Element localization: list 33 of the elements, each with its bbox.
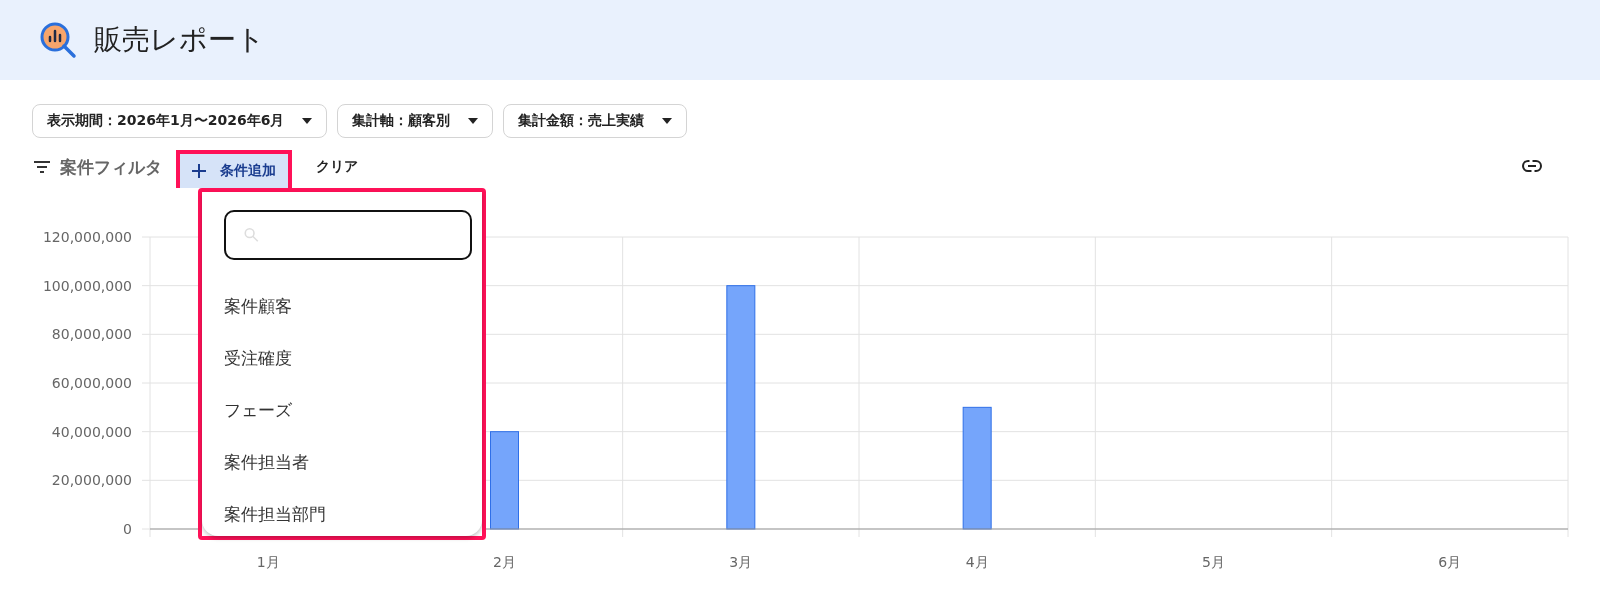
period-dropdown[interactable]: 集計金額：売上実績 — [503, 104, 688, 138]
x-axis-label: 4月 — [965, 554, 989, 570]
menu-item[interactable]: 案件担当部門 — [224, 488, 482, 540]
period-dropdown[interactable]: 表示期間：2026年1月〜2026年6月 — [32, 104, 328, 138]
y-axis-label: 60,000,000 — [51, 375, 132, 391]
x-axis-label: 2月 — [493, 554, 516, 570]
page-title: 販売レポート — [94, 22, 265, 58]
period-dropdown[interactable]: 集計軸：顧客別 — [337, 104, 494, 138]
caret-icon — [302, 118, 313, 124]
menu-item[interactable]: 受注確度 — [224, 332, 482, 384]
menu-item[interactable]: 案件顧客 — [224, 280, 482, 332]
y-axis-label: 80,000,000 — [51, 326, 132, 343]
y-axis-label: 100,000,000 — [42, 277, 132, 294]
search-field[interactable] — [224, 210, 472, 260]
filter-label: 案件フィルタ — [60, 155, 162, 179]
link-icon[interactable] — [1522, 160, 1542, 172]
caret-icon — [662, 118, 673, 124]
menu-item[interactable]: 案件担当者 — [224, 436, 482, 488]
x-axis-label: 3月 — [729, 554, 753, 570]
report-search-icon — [38, 20, 78, 60]
caret-icon — [468, 118, 479, 124]
filter-icon — [34, 161, 50, 173]
x-axis-label: 1月 — [256, 554, 280, 570]
clear-button[interactable]: クリア — [310, 157, 364, 177]
plus-icon — [192, 164, 206, 178]
menu-item[interactable]: フェーズ — [224, 384, 482, 436]
y-axis-label: 120,000,000 — [42, 229, 132, 245]
y-axis-label: 20,000,000 — [51, 472, 132, 489]
x-axis-label: 6月 — [1438, 554, 1462, 570]
y-axis-label: 40,000,000 — [51, 423, 132, 440]
y-axis-label: 0 — [123, 521, 132, 537]
add-condition-button[interactable]: 条件追加 — [176, 150, 292, 188]
x-axis-label: 5月 — [1202, 554, 1225, 570]
